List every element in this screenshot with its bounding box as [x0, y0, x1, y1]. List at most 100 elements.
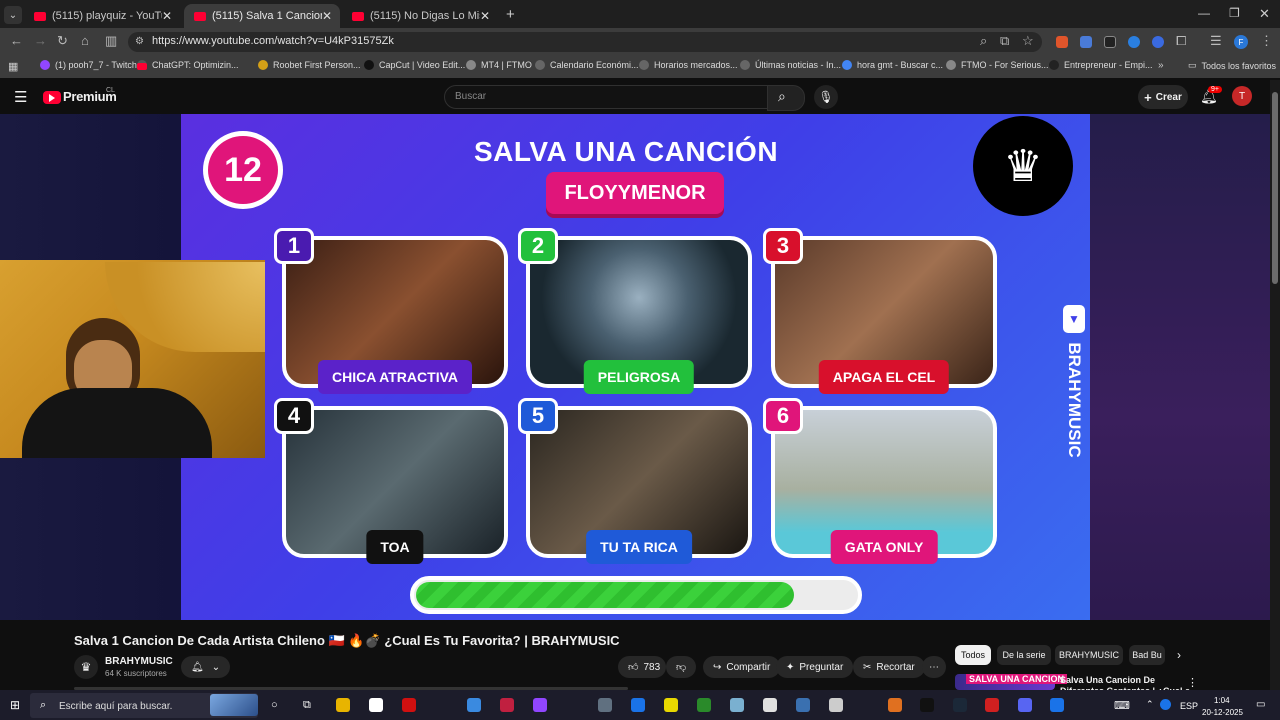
opera-icon[interactable]: [402, 698, 416, 712]
bookmark-item[interactable]: Roobet First Person...: [258, 60, 361, 70]
profile-avatar[interactable]: F: [1234, 35, 1248, 49]
cortana-icon[interactable]: ○: [271, 699, 278, 711]
steam-icon[interactable]: [953, 698, 967, 712]
create-button[interactable]: + Crear: [1138, 85, 1188, 109]
filter-chip[interactable]: BRAHYMUSIC: [1055, 645, 1123, 665]
bookmark-item[interactable]: MT4 | FTMO: [466, 60, 532, 70]
dislike-button[interactable]: 👎︎: [666, 656, 696, 678]
user-avatar[interactable]: T: [1232, 86, 1252, 106]
all-bookmarks[interactable]: ▭ Todos los favoritos: [1188, 60, 1276, 71]
search-button[interactable]: [767, 85, 805, 111]
bookmark-item[interactable]: Horarios mercados...: [639, 60, 738, 70]
clock-date[interactable]: 20-12-2025: [1202, 708, 1243, 717]
apps-grid-icon[interactable]: ▦: [8, 60, 18, 73]
tab-list-icon[interactable]: ☰: [1210, 33, 1222, 49]
search-input[interactable]: [444, 85, 768, 109]
translate-extension-icon[interactable]: [1080, 36, 1092, 48]
tab-search-icon[interactable]: ⌄: [4, 6, 22, 24]
extension-icon[interactable]: [1104, 36, 1116, 48]
bookmark-item[interactable]: Entrepreneur - Empi...: [1049, 60, 1153, 70]
more-actions-icon[interactable]: ⋯: [922, 656, 946, 678]
app-icon[interactable]: [888, 698, 902, 712]
app-icon[interactable]: [500, 698, 514, 712]
voice-search-microphone-icon[interactable]: 🎙: [814, 85, 838, 109]
app-icon[interactable]: [796, 698, 810, 712]
bookmark-item[interactable]: hora gmt - Buscar c...: [842, 60, 943, 70]
filter-chip[interactable]: Bad Bu: [1129, 645, 1165, 665]
filter-chip[interactable]: De la serie: [997, 645, 1051, 665]
new-tab-icon[interactable]: +: [506, 6, 515, 23]
app-icon[interactable]: [598, 698, 612, 712]
channel-name[interactable]: BRAHYMUSIC: [105, 656, 173, 667]
share-button[interactable]: ↪ Compartir: [703, 656, 781, 678]
zoom-icon[interactable]: ⌕: [980, 33, 987, 49]
site-info-icon[interactable]: ⚙: [135, 36, 144, 47]
minimize-icon[interactable]: —: [1198, 6, 1210, 20]
clock-time[interactable]: 1:04: [1214, 696, 1230, 705]
related-video-title-line1[interactable]: Salva Una Cancion De: [1060, 675, 1155, 685]
tray-app-icon[interactable]: [1160, 699, 1171, 710]
language-indicator[interactable]: ESP: [1180, 701, 1198, 711]
extensions-puzzle-icon[interactable]: ⧠: [1176, 33, 1186, 49]
keyboard-icon[interactable]: ⌨: [1114, 699, 1130, 712]
close-tab-icon[interactable]: ✕: [162, 9, 172, 23]
bookmark-star-icon[interactable]: ☆: [1022, 33, 1034, 49]
filter-chip[interactable]: Todos: [955, 645, 991, 665]
scissors-icon: ✂: [863, 661, 872, 673]
bookmark-item[interactable]: FTMO - For Serious...: [946, 60, 1049, 70]
scrollbar-thumb[interactable]: [1272, 92, 1278, 284]
side-panel-icon[interactable]: ▥: [105, 33, 117, 49]
ask-button[interactable]: ✦ Preguntar: [776, 656, 854, 678]
like-button[interactable]: 👍︎ 783: [618, 656, 666, 678]
app-icon[interactable]: [985, 698, 999, 712]
bookmark-item[interactable]: ChatGPT: Optimizin...: [137, 60, 239, 70]
sticky-notes-icon[interactable]: [664, 698, 678, 712]
chips-next-chevron-icon[interactable]: ›: [1177, 648, 1181, 662]
cast-icon[interactable]: ⧉: [1000, 33, 1009, 49]
notepad-icon[interactable]: [369, 698, 383, 712]
clip-button[interactable]: ✂ Recortar: [853, 656, 925, 678]
url-text[interactable]: https://www.youtube.com/watch?v=U4kP3157…: [152, 35, 394, 47]
close-tab-icon[interactable]: ✕: [322, 9, 332, 23]
related-more-icon[interactable]: ⋮: [1187, 676, 1198, 689]
windows-start-icon[interactable]: ⊞: [10, 698, 20, 712]
file-explorer-icon[interactable]: [336, 698, 350, 712]
browser-tab[interactable]: (5115) No Digas Lo Mismo Que✕: [342, 4, 498, 28]
extension-icon[interactable]: [1152, 36, 1164, 48]
back-icon[interactable]: ←: [10, 33, 23, 48]
discord-icon[interactable]: [1018, 698, 1032, 712]
more-bookmarks-icon[interactable]: »: [1158, 60, 1164, 71]
youtube-bookmark-icon[interactable]: [137, 63, 147, 70]
bookmark-item[interactable]: Calendario Económi...: [535, 60, 639, 70]
capcut-icon[interactable]: [763, 698, 777, 712]
home-icon[interactable]: ⌂: [81, 33, 89, 48]
chrome-icon[interactable]: [1050, 698, 1064, 712]
browser-tab[interactable]: (5115) Salva 1 Cancion De Cada✕: [184, 4, 340, 28]
app-icon[interactable]: [730, 698, 744, 712]
bookmark-item[interactable]: (1) pooh7_7 - Twitch: [40, 60, 137, 70]
bookmark-item[interactable]: CapCut | Video Edit...: [364, 60, 465, 70]
menu-kebab-icon[interactable]: ⋮: [1260, 33, 1273, 49]
hamburger-menu-icon[interactable]: ☰: [14, 88, 27, 106]
search-icon: ⌕: [778, 88, 786, 104]
copilot-icon[interactable]: [467, 698, 481, 712]
task-view-icon[interactable]: ⧉: [303, 699, 311, 712]
close-window-icon[interactable]: ✕: [1259, 6, 1270, 22]
extension-icon[interactable]: [1056, 36, 1068, 48]
minecraft-icon[interactable]: [697, 698, 711, 712]
notification-center-icon[interactable]: ▭: [1256, 699, 1265, 710]
zoom-icon[interactable]: [631, 698, 645, 712]
browser-tab[interactable]: (5115) playquiz - YouTube✕: [24, 4, 180, 28]
reload-icon[interactable]: ↻: [57, 33, 68, 49]
close-tab-icon[interactable]: ✕: [480, 9, 490, 23]
settings-gear-icon[interactable]: [829, 698, 843, 712]
extension-icon[interactable]: [1128, 36, 1140, 48]
channel-avatar[interactable]: ♛: [74, 655, 98, 679]
bookmark-item[interactable]: Últimas noticias - In...: [740, 60, 841, 70]
tray-overflow-icon[interactable]: ⌃: [1146, 699, 1154, 710]
subscribed-bell-button[interactable]: 🔔︎ ⌄: [181, 656, 231, 678]
twitch-icon[interactable]: [533, 698, 547, 712]
restore-icon[interactable]: ❐: [1229, 6, 1240, 20]
tiktok-icon[interactable]: [920, 698, 934, 712]
forward-icon[interactable]: →: [34, 33, 47, 48]
